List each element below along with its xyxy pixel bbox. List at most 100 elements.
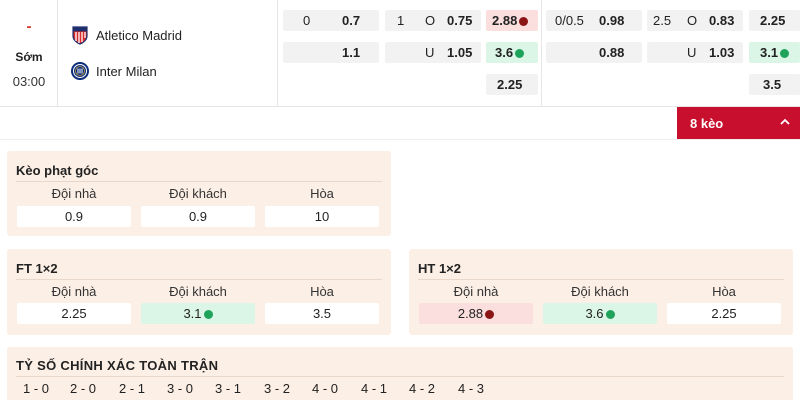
odds-value: 2.88	[457, 306, 484, 321]
draw-label: Hòa	[310, 284, 334, 299]
ht-handicap-away-odds[interactable]: 0.88	[546, 42, 642, 63]
corner-away-odds[interactable]: 0.9	[141, 206, 255, 227]
home-team[interactable]: Atletico Madrid	[70, 25, 182, 45]
more-bets-button[interactable]: 8 kèo	[677, 107, 800, 139]
ht-away-odds[interactable]: 3.6	[543, 303, 657, 324]
home-label: Đội nhà	[51, 186, 97, 201]
ft-draw-odds[interactable]: 3.5	[265, 303, 379, 324]
odds-value: 3.1	[760, 45, 790, 60]
handicap-odds: 0.88	[599, 45, 625, 60]
ft-1x2-away-odds[interactable]: 3.6	[486, 42, 538, 63]
ht-under-odds[interactable]: U 1.03	[647, 42, 743, 63]
score-option[interactable]: 4 - 2	[409, 381, 435, 396]
away-label: Đội khách	[571, 284, 629, 299]
ft-over-odds[interactable]: 1 O 0.75	[385, 10, 481, 31]
away-team-name: Inter Milan	[96, 63, 157, 79]
divider	[0, 139, 800, 140]
ft-under-odds[interactable]: U 1.05	[385, 42, 481, 63]
over-odds: 0.75	[447, 13, 473, 28]
teams-column: Atletico Madrid Inter Milan	[59, 0, 278, 107]
home-label: Đội nhà	[51, 284, 97, 299]
odds-value: 2.25	[760, 13, 786, 28]
score-option[interactable]: 4 - 1	[361, 381, 387, 396]
inter-milan-logo-icon	[71, 62, 89, 80]
ft-home-odds[interactable]: 2.25	[17, 303, 131, 324]
card-title: Kèo phạt góc	[16, 163, 99, 178]
chevron-up-icon	[780, 118, 790, 125]
odds-up-icon	[780, 49, 790, 58]
ht-over-odds[interactable]: 2.5 O 0.83	[647, 10, 743, 31]
handicap-odds: 0.7	[342, 13, 361, 28]
over-odds: 0.83	[709, 13, 735, 28]
score-option[interactable]: 1 - 0	[23, 381, 49, 396]
odds-up-icon	[203, 310, 213, 319]
away-label: Đội khách	[169, 284, 227, 299]
odds-value: 3.6	[585, 306, 604, 321]
over-label: O	[687, 13, 698, 28]
ht-1x2-home-odds[interactable]: 2.25	[749, 10, 800, 31]
ht-1x2-away-odds[interactable]: 3.1	[749, 42, 800, 63]
ht-draw-odds[interactable]: 2.25	[667, 303, 781, 324]
column-divider	[541, 0, 542, 107]
handicap-line: 0/0.5	[555, 13, 584, 28]
ft-1x2-home-odds[interactable]: 2.88	[486, 10, 538, 31]
odds-value: 2.88	[492, 13, 529, 28]
corner-draw-odds[interactable]: 10	[265, 206, 379, 227]
odds-up-icon	[605, 310, 615, 319]
exact-score-card: TỶ SỐ CHÍNH XÁC TOÀN TRẬN 1 - 0 2 - 0 2 …	[7, 347, 793, 400]
handicap-line: 0	[303, 13, 311, 28]
match-time-column: - Sớm 03:00	[0, 0, 58, 107]
away-label: Đội khách	[169, 186, 227, 201]
ht-handicap-home-odds[interactable]: 0/0.5 0.98	[546, 10, 642, 31]
odds-value: 2.25	[497, 77, 523, 92]
kickoff-time: 03:00	[12, 74, 46, 89]
match-status: Sớm	[15, 50, 43, 64]
handicap-odds: 0.98	[599, 13, 625, 28]
over-label: O	[425, 13, 436, 28]
odds-up-icon	[515, 49, 525, 58]
corner-kick-card: Kèo phạt góc Đội nhà Đội khách Hòa 0.9 0…	[7, 151, 391, 236]
score-option[interactable]: 4 - 3	[458, 381, 484, 396]
score-option[interactable]: 2 - 1	[119, 381, 145, 396]
card-title: FT 1×2	[16, 261, 58, 276]
ft-handicap-home-odds[interactable]: 0 0.7	[283, 10, 379, 31]
handicap-odds: 1.1	[342, 45, 361, 60]
card-title: HT 1×2	[418, 261, 461, 276]
corner-home-odds[interactable]: 0.9	[17, 206, 131, 227]
score-option[interactable]: 4 - 0	[312, 381, 338, 396]
score-option[interactable]: 2 - 0	[70, 381, 96, 396]
more-bets-label: 8 kèo	[690, 116, 724, 131]
ht-1x2-card: HT 1×2 Đội nhà Đội khách Hòa 2.88 3.6 2.…	[409, 249, 793, 335]
home-team-name: Atletico Madrid	[96, 27, 182, 43]
card-title: TỶ SỐ CHÍNH XÁC TOÀN TRẬN	[16, 358, 219, 373]
home-label: Đội nhà	[453, 284, 499, 299]
card-divider	[16, 376, 784, 377]
odds-value: 3.6	[495, 45, 525, 60]
ft-1x2-card: FT 1×2 Đội nhà Đội khách Hòa 2.25 3.1 3.…	[7, 249, 391, 335]
ht-1x2-draw-odds[interactable]: 3.5	[749, 74, 800, 95]
score-dash: -	[26, 18, 32, 35]
ft-handicap-away-odds[interactable]: 1.1	[283, 42, 379, 63]
total-line: 2.5	[653, 13, 672, 28]
score-option[interactable]: 3 - 0	[167, 381, 193, 396]
card-divider	[16, 279, 382, 280]
ft-1x2-draw-odds[interactable]: 2.25	[486, 74, 538, 95]
odds-value: 3.5	[763, 77, 782, 92]
ht-home-odds[interactable]: 2.88	[419, 303, 533, 324]
draw-label: Hòa	[712, 284, 736, 299]
ft-away-odds[interactable]: 3.1	[141, 303, 255, 324]
total-line: 1	[397, 13, 405, 28]
draw-label: Hòa	[310, 186, 334, 201]
match-row[interactable]: - Sớm 03:00 Atletico Madrid Inter Milan …	[0, 0, 800, 107]
under-odds: 1.05	[447, 45, 473, 60]
under-label: U	[425, 45, 435, 60]
score-option[interactable]: 3 - 2	[264, 381, 290, 396]
score-option[interactable]: 3 - 1	[215, 381, 241, 396]
under-label: U	[687, 45, 697, 60]
odds-down-icon	[519, 17, 529, 26]
card-divider	[418, 279, 784, 280]
away-team[interactable]: Inter Milan	[70, 61, 157, 81]
odds-value: 3.1	[183, 306, 202, 321]
card-divider	[16, 181, 382, 182]
under-odds: 1.03	[709, 45, 735, 60]
